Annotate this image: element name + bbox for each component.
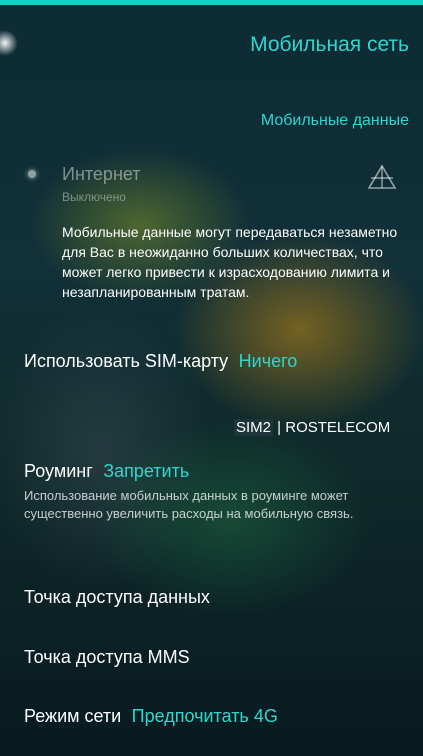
- sim-card-value: Ничего: [238, 351, 298, 371]
- roaming-label: Роуминг: [24, 461, 93, 481]
- sim-operator-info: SIM2 | ROSTELECOM: [234, 419, 390, 436]
- internet-label: Интернет: [62, 164, 141, 184]
- sim-slot: SIM2: [234, 419, 274, 436]
- light-glare: [0, 30, 18, 56]
- network-mode-value: Предпочитать 4G: [131, 706, 278, 726]
- network-triangle-icon: [367, 164, 397, 189]
- mms-access-point-item[interactable]: Точка доступа MMS: [24, 647, 190, 668]
- mobile-data-warning: Мобильные данные могут передаваться неза…: [62, 224, 398, 300]
- sim-card-label: Использовать SIM-карту: [24, 351, 229, 371]
- internet-toggle-row[interactable]: Интернет Выключено: [0, 162, 423, 210]
- sim-card-selector[interactable]: Использовать SIM-карту Ничего: [24, 351, 297, 372]
- roaming-selector[interactable]: Роуминг Запретить: [24, 461, 189, 482]
- toggle-indicator-icon: [28, 170, 36, 178]
- roaming-description: Использование мобильных данных в роуминг…: [24, 488, 354, 521]
- page-title: Мобильная сеть: [250, 33, 409, 56]
- section-header-mobile-data: Мобильные данные: [260, 112, 409, 129]
- data-access-point-item[interactable]: Точка доступа данных: [24, 587, 210, 608]
- sim-operator: | ROSTELECOM: [273, 419, 391, 436]
- roaming-value: Запретить: [103, 461, 190, 481]
- top-accent-bar: [0, 0, 423, 5]
- network-mode-label: Режим сети: [24, 706, 122, 726]
- internet-status: Выключено: [62, 190, 126, 204]
- network-mode-selector[interactable]: Режим сети Предпочитать 4G: [24, 706, 278, 727]
